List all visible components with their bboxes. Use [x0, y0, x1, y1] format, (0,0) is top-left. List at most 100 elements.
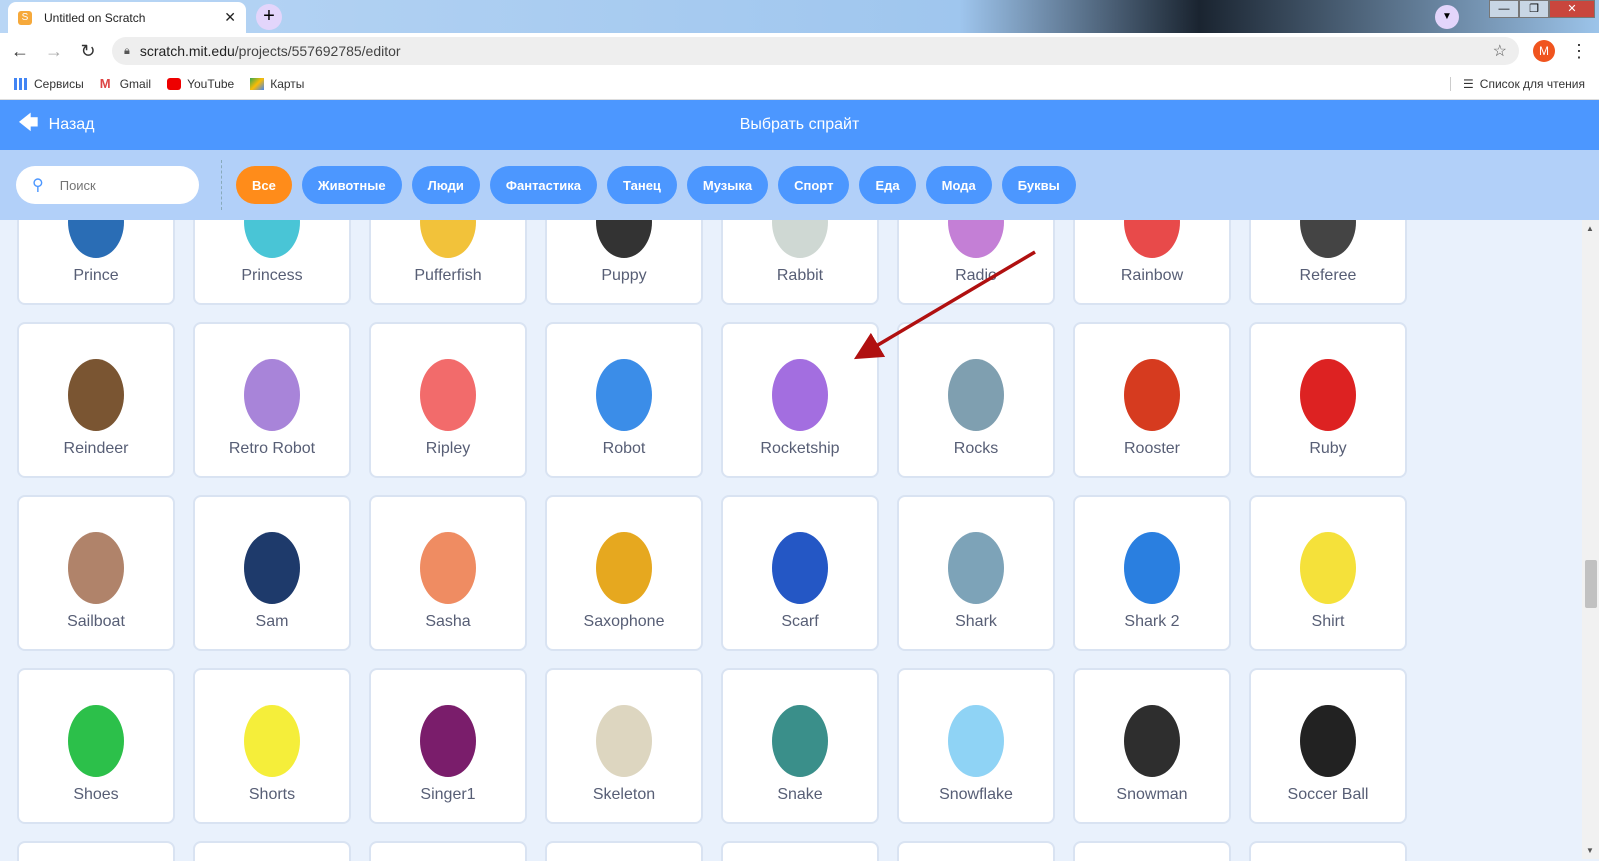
sprite-name: Shark	[955, 613, 997, 630]
sprite-name: Rabbit	[776, 267, 824, 284]
reading-list[interactable]: ☰ Список для чтения	[1450, 77, 1585, 91]
category-pill[interactable]: Музыка	[686, 166, 769, 204]
sprite-grid: Prince Princess Pufferfish Puppy Rabbit Radio…	[0, 149, 1582, 861]
sprite-thumbnail	[1291, 688, 1365, 784]
sprite-card[interactable]: Shoes	[17, 668, 175, 824]
browser-tab-strip: S Untitled on Scratch ✕ + ▼ — ❐ ✕	[0, 0, 1599, 33]
sprite-card[interactable]	[369, 841, 527, 861]
category-pill[interactable]: Еда	[859, 166, 916, 204]
sprite-library-header: 🡄︎ Назад Выбрать спрайт	[0, 100, 1599, 150]
reload-icon[interactable]: ↻	[78, 41, 98, 62]
sprite-thumbnail	[1115, 515, 1189, 611]
sprite-card[interactable]: Shorts	[193, 668, 351, 824]
bookmark-services[interactable]: Сервисы	[14, 77, 84, 91]
sprite-card[interactable]: Sailboat	[17, 495, 175, 651]
scrollbar-thumb[interactable]	[1585, 560, 1597, 608]
sprite-thumbnail	[411, 515, 485, 611]
sprite-name: Prince	[73, 267, 119, 284]
sprite-card[interactable]	[1249, 841, 1407, 861]
back-arrow-icon[interactable]: ←	[10, 41, 30, 62]
sprite-name: Snowflake	[939, 786, 1013, 803]
sprite-card[interactable]: Snake	[721, 668, 879, 824]
browser-tab[interactable]: S Untitled on Scratch ✕	[8, 2, 246, 33]
restore-button[interactable]: ❐	[1519, 0, 1549, 18]
sprite-card[interactable]	[17, 841, 175, 861]
bookmark-label: Сервисы	[34, 77, 84, 91]
scroll-up-icon[interactable]: ▲	[1586, 224, 1594, 233]
profile-avatar[interactable]: M	[1533, 40, 1555, 62]
sprite-name: Soccer Ball	[1287, 786, 1369, 803]
menu-dots-icon[interactable]: ⋮	[1569, 41, 1589, 62]
search-input[interactable]	[59, 177, 170, 193]
sprite-card[interactable]: Shirt	[1249, 495, 1407, 651]
category-pill[interactable]: Все	[236, 166, 292, 204]
category-pill[interactable]: Животные	[301, 166, 402, 204]
scroll-down-icon[interactable]: ▼	[1586, 846, 1594, 855]
sprite-name: Referee	[1299, 267, 1357, 284]
sprite-card[interactable]: Snowflake	[897, 668, 1055, 824]
sprite-thumbnail	[939, 342, 1013, 438]
bookmark-star-icon[interactable]: ☆	[1493, 41, 1507, 61]
bookmark-label: Gmail	[119, 77, 152, 91]
category-pill[interactable]: Танец	[607, 166, 677, 204]
bookmark-youtube[interactable]: YouTube	[167, 77, 234, 91]
browser-toolbar: ← → ↻ 🔒︎ scratch.mit.edu/projects/557692…	[0, 33, 1599, 69]
sprite-name: Shoes	[73, 786, 119, 803]
address-bar[interactable]: 🔒︎ scratch.mit.edu/projects/557692785/ed…	[112, 37, 1519, 65]
bookmark-maps[interactable]: Карты	[250, 77, 304, 91]
sprite-card[interactable]	[897, 841, 1055, 861]
sprite-card[interactable]: Ripley	[369, 322, 527, 478]
sprite-card[interactable]	[545, 841, 703, 861]
sprite-name: Puppy	[601, 267, 647, 284]
sprite-name: Ripley	[425, 440, 471, 457]
sprite-card[interactable]: Sam	[193, 495, 351, 651]
sprite-card[interactable]	[193, 841, 351, 861]
category-pill[interactable]: Мода	[925, 166, 992, 204]
sprite-thumbnail	[1115, 342, 1189, 438]
sprite-card[interactable]: Skeleton	[545, 668, 703, 824]
sprite-card[interactable]: Reindeer	[17, 322, 175, 478]
sprite-card[interactable]	[721, 841, 879, 861]
window-close-button[interactable]: ✕	[1549, 0, 1595, 18]
sprite-card[interactable]: Retro Robot	[193, 322, 351, 478]
sprite-name: Princess	[241, 267, 303, 284]
sprite-card[interactable]: Rocketship	[721, 322, 879, 478]
sprite-thumbnail	[59, 515, 133, 611]
minimize-button[interactable]: —	[1489, 0, 1519, 18]
back-button[interactable]: 🡄︎ Назад	[0, 108, 95, 142]
category-pill[interactable]: Фантастика	[489, 166, 597, 204]
back-arrow-icon: 🡄︎	[18, 112, 39, 134]
sprite-card[interactable]: Snowman	[1073, 668, 1231, 824]
sprite-name: Radio	[955, 267, 997, 284]
sprite-name: Rainbow	[1120, 267, 1184, 284]
scratch-favicon: S	[18, 10, 32, 25]
category-pill[interactable]: Спорт	[778, 166, 850, 204]
search-box[interactable]: ⚲	[16, 166, 199, 204]
category-pill[interactable]: Буквы	[1001, 166, 1076, 204]
sprite-card[interactable]: Rocks	[897, 322, 1055, 478]
category-pill[interactable]: Люди	[411, 166, 480, 204]
sprite-card[interactable]: Shark 2	[1073, 495, 1231, 651]
sprite-thumbnail	[411, 342, 485, 438]
sprite-card[interactable]: Saxophone	[545, 495, 703, 651]
sprite-name: Sasha	[425, 613, 471, 630]
sprite-card[interactable]: Robot	[545, 322, 703, 478]
sprite-card[interactable]: Shark	[897, 495, 1055, 651]
sprite-thumbnail	[587, 688, 661, 784]
sprite-card[interactable]: Soccer Ball	[1249, 668, 1407, 824]
close-tab-icon[interactable]: ✕	[224, 9, 236, 26]
bookmark-gmail[interactable]: M Gmail	[100, 77, 151, 91]
sprite-card[interactable]: Rooster	[1073, 322, 1231, 478]
sprite-card[interactable]: Singer1	[369, 668, 527, 824]
sprite-card[interactable]: Scarf	[721, 495, 879, 651]
tab-search-icon[interactable]: ▼	[1435, 5, 1459, 29]
scrollbar[interactable]: ▲ ▼	[1582, 220, 1599, 859]
sprite-card[interactable]: Ruby	[1249, 322, 1407, 478]
sprite-name: Scarf	[781, 613, 819, 630]
sprite-card[interactable]	[1073, 841, 1231, 861]
new-tab-button[interactable]: +	[256, 4, 282, 30]
sprite-card[interactable]: Sasha	[369, 495, 527, 651]
sprite-thumbnail	[939, 515, 1013, 611]
forward-arrow-icon[interactable]: →	[44, 41, 64, 62]
bookmark-label: YouTube	[187, 77, 235, 91]
